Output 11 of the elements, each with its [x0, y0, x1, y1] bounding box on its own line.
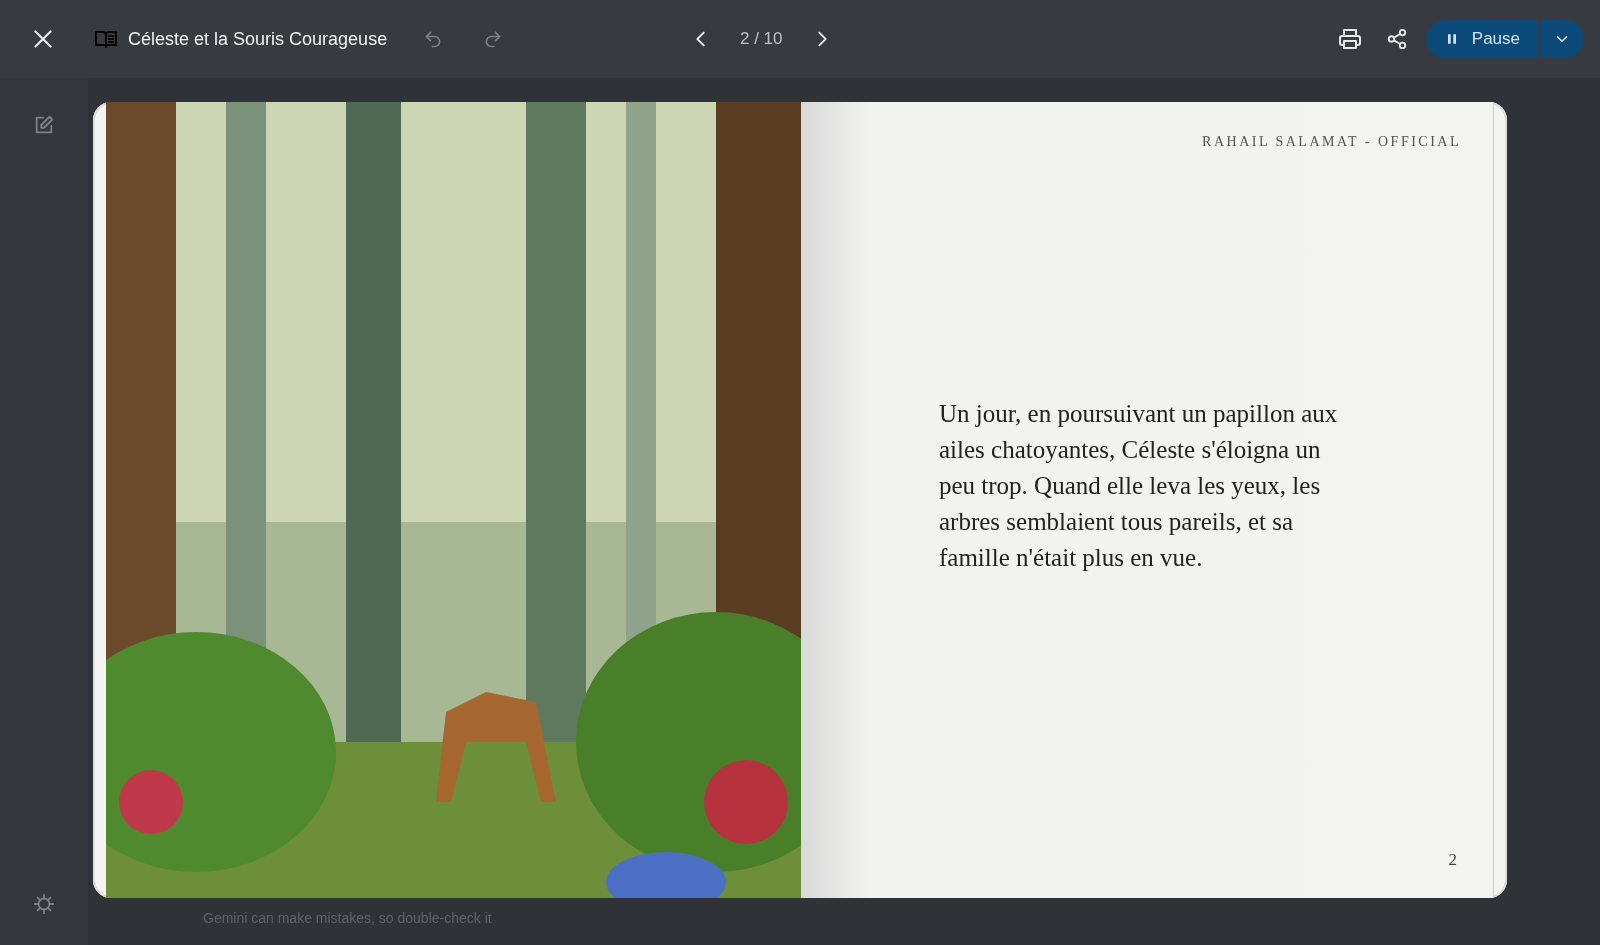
story-text: Un jour, en poursuivant un papillon aux ailes chatoyantes, Céleste s'éloigna un peu trop. Quand elle leva les yeux, les arbres semblaient tous pareils, et sa famille n'était plus en vue.	[939, 399, 1339, 573]
edit-icon	[33, 114, 55, 136]
page-header: RAHAIL SALAMAT - OFFICIAL	[1202, 134, 1461, 150]
redo-icon	[483, 29, 504, 49]
page-indicator: 2 / 10	[740, 29, 783, 49]
book-title: Céleste et la Souris Courageuse	[128, 28, 388, 50]
share-icon	[1385, 28, 1408, 50]
settings-icon	[33, 893, 55, 915]
printer-icon	[1337, 27, 1362, 51]
page-number: 2	[1448, 850, 1457, 870]
pause-button[interactable]: Pause	[1425, 20, 1538, 58]
